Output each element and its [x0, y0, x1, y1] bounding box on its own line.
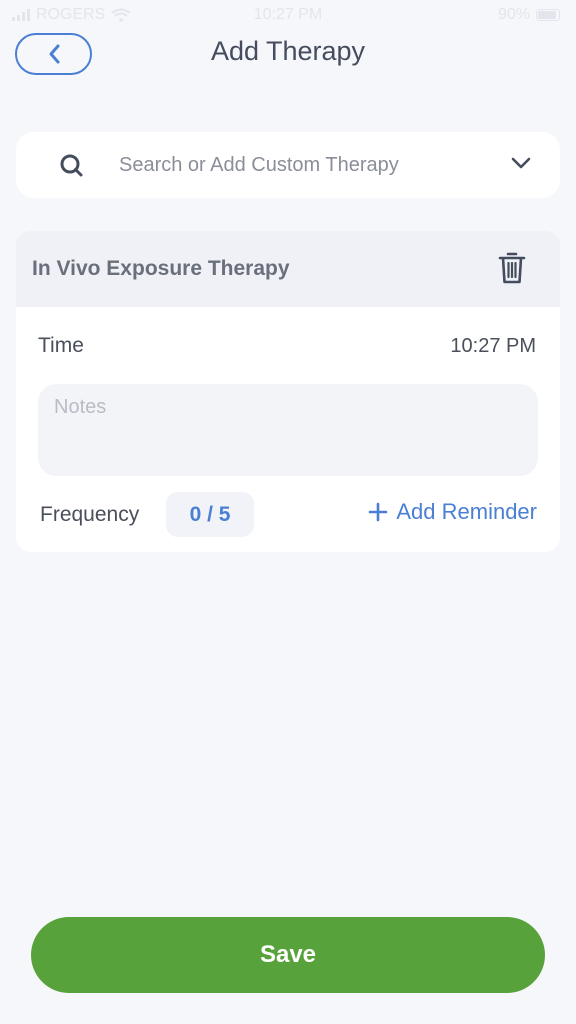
trash-icon[interactable]	[498, 251, 526, 285]
save-button[interactable]: Save	[31, 917, 545, 993]
frequency-value[interactable]: 0 / 5	[166, 492, 254, 537]
frequency-label: Frequency	[40, 503, 140, 526]
search-icon	[60, 154, 83, 177]
time-label: Time	[38, 334, 84, 357]
battery-percent: 90%	[497, 6, 530, 23]
therapy-search-dropdown[interactable]: Search or Add Custom Therapy	[16, 132, 560, 198]
status-time: 10:27 PM	[253, 6, 323, 23]
status-bar: ROGERS 10:27 PM 90%	[0, 0, 576, 30]
therapy-name: In Vivo Exposure Therapy	[32, 257, 290, 280]
plus-icon	[369, 502, 388, 522]
add-reminder-button[interactable]: Add Reminder	[368, 499, 537, 525]
search-placeholder: Search or Add Custom Therapy	[119, 154, 399, 176]
add-therapy-screen: ROGERS 10:27 PM 90% Add Therapy Search o…	[0, 0, 576, 1024]
notes-placeholder: Notes	[54, 396, 107, 418]
therapy-card-header: In Vivo Exposure Therapy	[16, 231, 560, 307]
battery-icon	[536, 9, 560, 21]
chevron-down-icon[interactable]	[510, 156, 532, 170]
therapy-card: In Vivo Exposure Therapy Time 10:27 PM N…	[16, 231, 560, 552]
add-reminder-label: Add Reminder	[396, 499, 537, 524]
page-title: Add Therapy	[210, 36, 366, 66]
time-value[interactable]: 10:27 PM	[450, 335, 536, 358]
status-right: 90%	[498, 6, 560, 24]
notes-field[interactable]: Notes	[38, 384, 538, 476]
